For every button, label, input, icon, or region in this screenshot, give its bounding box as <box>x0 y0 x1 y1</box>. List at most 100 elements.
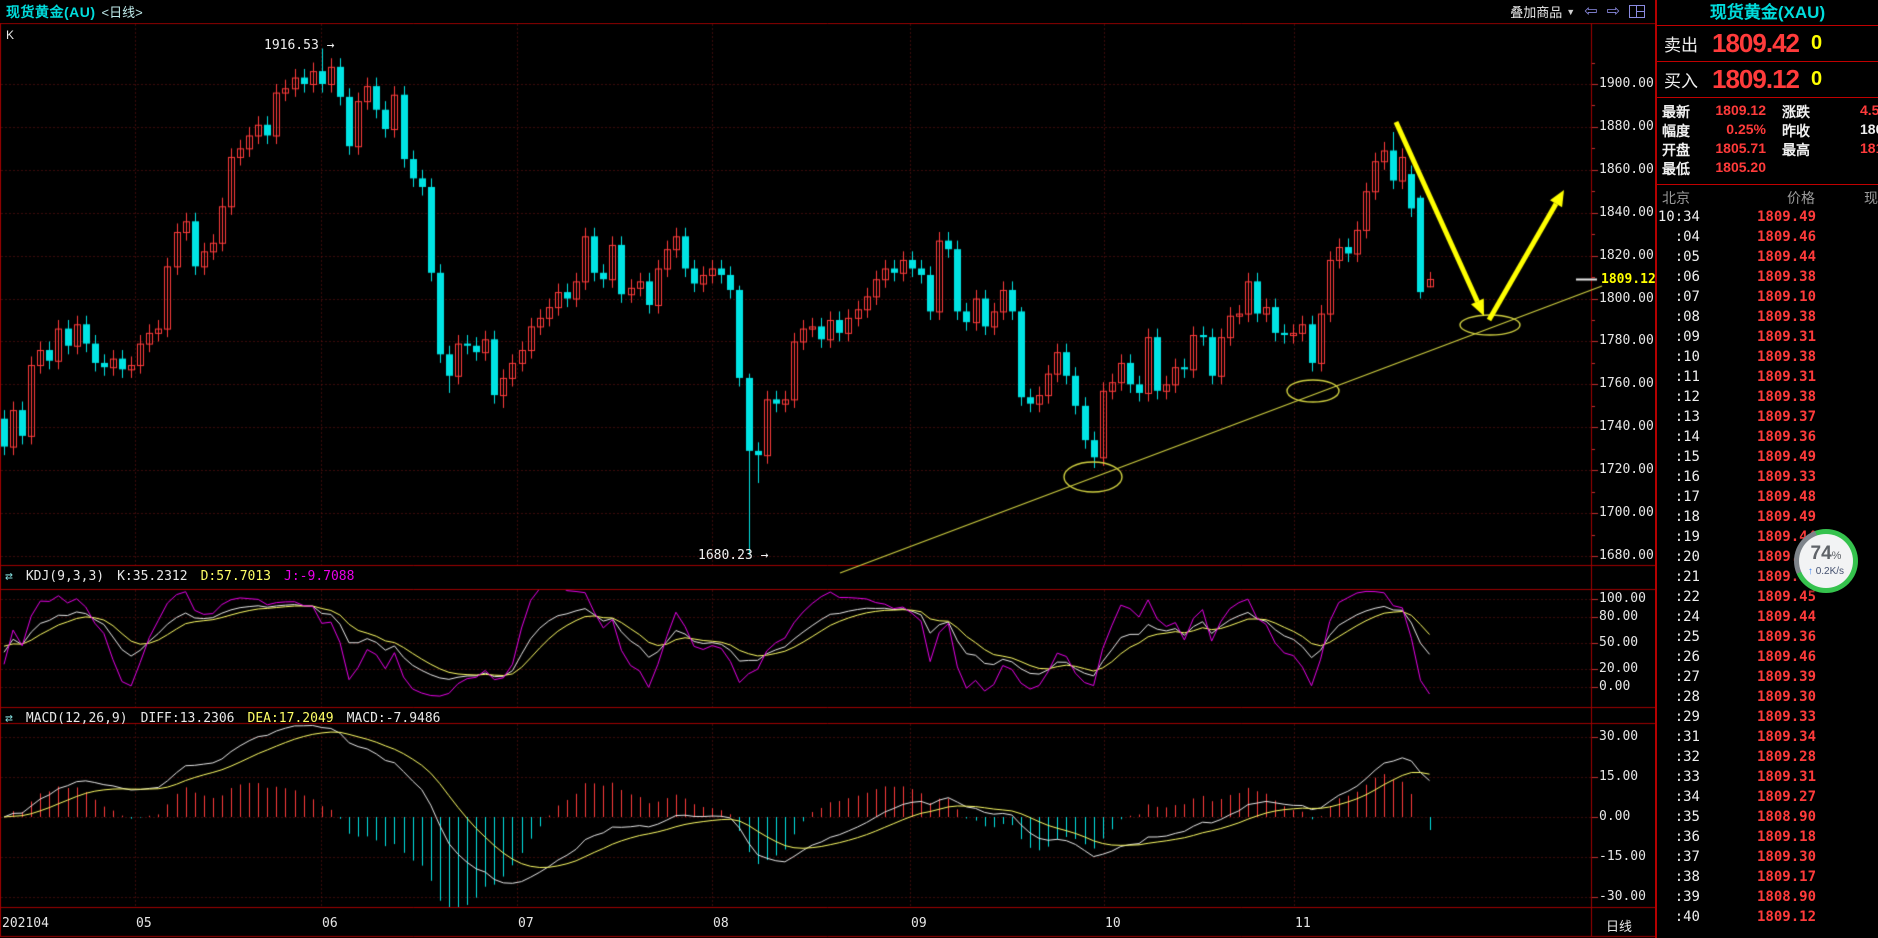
tick-time: :20 <box>1675 549 1700 565</box>
macd-dea-value: DEA:17.2049 <box>248 711 334 726</box>
tick-time: :14 <box>1675 429 1700 445</box>
tick-row: :401809.12 <box>1657 907 1878 927</box>
tick-price: 1809.49 <box>1757 509 1816 525</box>
price-axis-label: 1700.00 <box>1599 505 1654 520</box>
macd-axis-label: 0.00 <box>1599 809 1630 824</box>
macd-name: MACD(12,26,9) <box>26 711 128 726</box>
quote-label: 昨收 <box>1782 121 1810 141</box>
quote-summary-grid: 最新1809.12涨跌4.5幅度0.25%昨收1804.6开盘1805.71最高… <box>1657 98 1878 185</box>
tick-time: :10 <box>1675 349 1700 365</box>
trading-terminal: 现货黄金(AU) <日线> 叠加商品 ▼ ⇦ ⇨ K 1916.53 → 168… <box>0 0 1878 938</box>
tick-row: :121809.38 <box>1657 387 1878 407</box>
sell-qty: 0 <box>1811 32 1822 55</box>
buy-label: 买入 <box>1664 67 1706 92</box>
tick-price: 1809.30 <box>1757 689 1816 705</box>
tick-time: :38 <box>1675 869 1700 885</box>
tick-price: 1809.36 <box>1757 429 1816 445</box>
tick-time: :31 <box>1675 729 1700 745</box>
tick-price: 1809.37 <box>1757 409 1816 425</box>
overlay-symbol-button[interactable]: 叠加商品 ▼ <box>1510 2 1575 21</box>
price-axis-label: 1800.00 <box>1599 291 1654 306</box>
price-axis-label: 1720.00 <box>1599 462 1654 477</box>
tick-row: :14 1809.36 <box>1657 427 1878 447</box>
price-axis-label: 1840.00 <box>1599 205 1654 220</box>
forward-arrow-icon[interactable]: ⇨ <box>1607 4 1620 20</box>
tick-price: 1809.27 <box>1757 789 1816 805</box>
tick-time: :16 <box>1675 469 1700 485</box>
kdj-axis-label: 80.00 <box>1599 609 1638 624</box>
month-label: 05 <box>136 916 152 931</box>
tick-header-price: 价格 <box>1787 188 1815 208</box>
timeframe-label: 日线 <box>1606 916 1632 935</box>
candlestick-chart-canvas[interactable] <box>0 0 1655 938</box>
tick-row: :241809.44 <box>1657 607 1878 627</box>
tick-time: :33 <box>1675 769 1700 785</box>
sell-quote-row[interactable]: 卖出 1809.42 0 <box>1657 26 1878 62</box>
low-price-annotation: 1680.23 → <box>698 548 768 563</box>
indicator-swap-icon[interactable]: ⇄ <box>5 569 13 584</box>
indicator-swap-icon[interactable]: ⇄ <box>5 711 13 726</box>
back-arrow-icon[interactable]: ⇦ <box>1584 4 1597 20</box>
symbol-title: 现货黄金(AU) <box>6 2 96 22</box>
tick-row: :31 1809.34 <box>1657 727 1878 747</box>
tick-price: 1809.46 <box>1757 229 1816 245</box>
price-axis-label: 1760.00 <box>1599 376 1654 391</box>
layout-grid-icon[interactable] <box>1629 5 1645 18</box>
quote-label: 最高 <box>1782 140 1810 160</box>
tick-price: 1809.31 <box>1757 329 1816 345</box>
tick-time: :04 <box>1675 229 1700 245</box>
tick-time: :28 <box>1675 689 1700 705</box>
macd-axis-label: 30.00 <box>1599 729 1638 744</box>
tick-time: :05 <box>1675 249 1700 265</box>
month-label: 10 <box>1105 916 1121 931</box>
quote-value: 1805.20 <box>1715 159 1766 175</box>
tick-price: 1809.38 <box>1757 269 1816 285</box>
download-progress-badge[interactable]: 74% ↑ 0.2K/s <box>1794 529 1858 593</box>
tick-price: 1809.46 <box>1757 649 1816 665</box>
kdj-label-row: ⇄ KDJ(9,3,3) K:35.2312 D:57.7013 J:-9.70… <box>5 568 354 584</box>
month-label: 11 <box>1295 916 1311 931</box>
buy-price: 1809.12 <box>1712 64 1799 95</box>
tick-price: 1809.38 <box>1757 309 1816 325</box>
tick-row: :131809.37 <box>1657 407 1878 427</box>
tick-row: :08 1809.38 <box>1657 307 1878 327</box>
buy-qty: 0 <box>1811 68 1822 91</box>
tick-row: :28 1809.30 <box>1657 687 1878 707</box>
tick-time: :08 <box>1675 309 1700 325</box>
tick-price: 1809.48 <box>1757 489 1816 505</box>
tick-price: 1809.36 <box>1757 629 1816 645</box>
chart-title-bar: 现货黄金(AU) <日线> 叠加商品 ▼ ⇦ ⇨ <box>0 0 1655 23</box>
tick-price: 1809.28 <box>1757 749 1816 765</box>
month-label: 06 <box>322 916 338 931</box>
tick-time: :25 <box>1675 629 1700 645</box>
high-price-annotation: 1916.53 → <box>264 38 334 53</box>
badge-speed: ↑ 0.2K/s <box>1808 566 1844 577</box>
price-axis-label: 1880.00 <box>1599 119 1654 134</box>
month-label: 09 <box>911 916 927 931</box>
tick-row: :091809.31 <box>1657 327 1878 347</box>
tick-time: :39 <box>1675 889 1700 905</box>
tick-time: :19 <box>1675 529 1700 545</box>
tick-price: 1809.44 <box>1757 609 1816 625</box>
tick-row: :33 1809.31 <box>1657 767 1878 787</box>
tick-price: 1809.31 <box>1757 769 1816 785</box>
price-axis-label: 1740.00 <box>1599 419 1654 434</box>
macd-axis-label: -30.00 <box>1599 889 1646 904</box>
kdj-axis-label: 50.00 <box>1599 635 1638 650</box>
buy-quote-row[interactable]: 买入 1809.12 0 <box>1657 62 1878 98</box>
badge-speed-value: 0.2K/s <box>1816 566 1844 577</box>
tick-time: :18 <box>1675 509 1700 525</box>
tick-row: :351808.90 <box>1657 807 1878 827</box>
tick-price: 1809.49 <box>1757 449 1816 465</box>
tick-header-time: 北京 <box>1662 188 1690 208</box>
tick-price: 1809.34 <box>1757 729 1816 745</box>
tick-row: :221809.45 <box>1657 587 1878 607</box>
kdj-d-value: D:57.7013 <box>201 569 271 584</box>
quote-value: 1804.6 <box>1860 121 1878 137</box>
tick-row: :371809.30 <box>1657 847 1878 867</box>
title-bar-controls: 叠加商品 ▼ ⇦ ⇨ <box>1510 0 1645 23</box>
tick-row: :291809.33 <box>1657 707 1878 727</box>
tick-price: 1809.44 <box>1757 249 1816 265</box>
tick-header-volume: 现 <box>1864 188 1878 208</box>
kdj-axis-label: 20.00 <box>1599 661 1638 676</box>
